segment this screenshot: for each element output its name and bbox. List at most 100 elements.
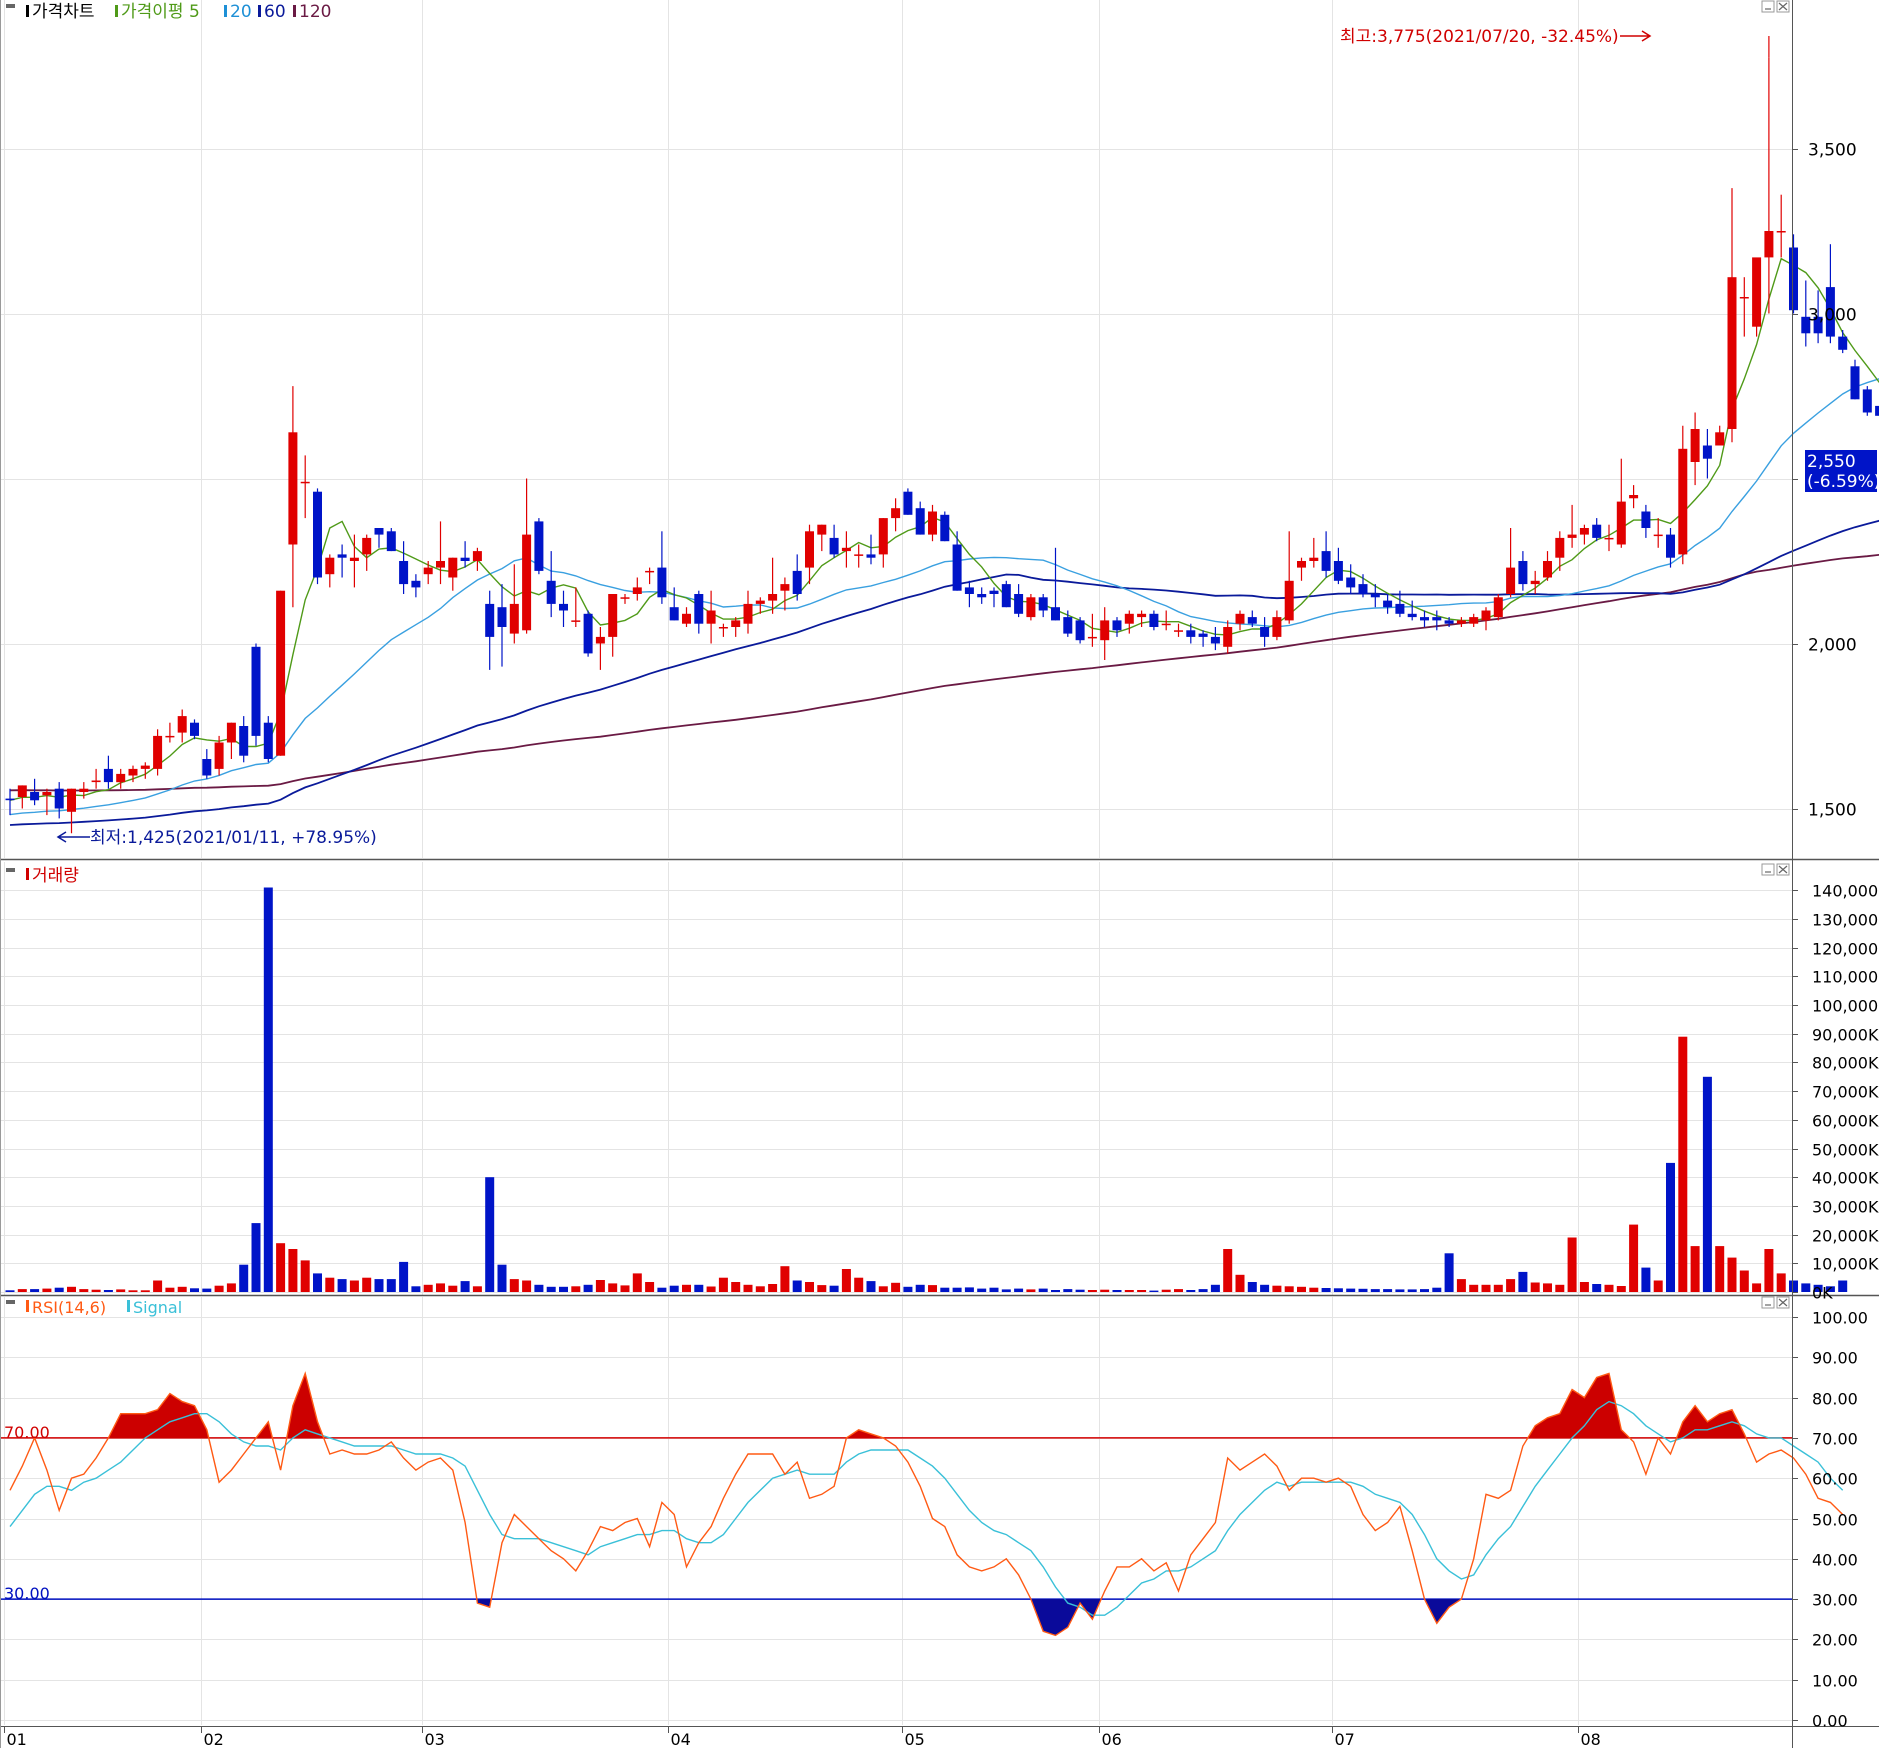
candle-body <box>989 590 999 594</box>
candle-body <box>1284 580 1294 621</box>
volume-bar <box>1702 1076 1712 1292</box>
panel-handle-icon[interactable] <box>6 868 15 872</box>
volume-tick-label: 0K <box>1812 1284 1833 1303</box>
candle-body <box>1850 366 1860 400</box>
volume-bar <box>399 1261 409 1292</box>
candle-body <box>42 792 52 796</box>
candle-body <box>1739 297 1749 299</box>
candle-body <box>866 554 876 558</box>
x-tick-label: 04 <box>671 1730 691 1748</box>
volume-bar <box>337 1279 347 1292</box>
minimize-icon[interactable] <box>1761 1296 1775 1309</box>
volume-bar <box>1432 1287 1442 1292</box>
volume-bar <box>349 1280 359 1292</box>
candle-body <box>755 600 765 604</box>
volume-bar <box>620 1285 630 1292</box>
candle-body <box>1493 597 1503 618</box>
volume-bar <box>891 1282 901 1292</box>
candle-body <box>1137 613 1147 618</box>
volume-bar <box>1333 1288 1343 1292</box>
volume-bar <box>1469 1284 1479 1292</box>
volume-tick-label: 130,000K <box>1812 911 1879 930</box>
candle-body <box>423 567 433 575</box>
volume-bar <box>731 1282 741 1292</box>
minimize-icon[interactable] <box>1761 0 1775 13</box>
candle-body <box>1592 524 1602 538</box>
candle-body <box>460 557 470 561</box>
stock-chart: 01020304050607081,5002,0002,5003,0003,50… <box>0 0 1879 1748</box>
volume-bar <box>91 1289 101 1292</box>
volume-bar <box>1739 1270 1749 1292</box>
candle-body <box>226 722 236 743</box>
candle-body <box>595 636 605 644</box>
volume-bar <box>1579 1282 1589 1292</box>
candle-body <box>731 620 741 627</box>
volume-bar <box>1272 1285 1282 1292</box>
rsi-tick-label: 50.00 <box>1812 1511 1858 1530</box>
candle-body <box>1358 584 1368 594</box>
volume-bar <box>300 1260 310 1292</box>
candle-body <box>682 613 691 624</box>
volume-bar <box>79 1289 89 1292</box>
candle-body <box>1112 620 1122 631</box>
volume-bar <box>878 1286 888 1292</box>
candle-body <box>1247 617 1257 624</box>
candle-body <box>817 524 827 535</box>
candle-body <box>632 587 642 594</box>
candle-body <box>1604 537 1614 540</box>
volume-bar <box>522 1280 532 1292</box>
candle-body <box>1149 613 1159 627</box>
candle-body <box>67 788 76 812</box>
volume-bar <box>1395 1289 1405 1292</box>
volume-bar <box>1506 1279 1516 1292</box>
candle-body <box>805 531 814 568</box>
rsi-tick-label: 20.00 <box>1812 1631 1858 1650</box>
candle-body <box>854 554 864 556</box>
candle-body <box>1272 617 1282 637</box>
volume-bar <box>989 1287 999 1292</box>
panel-handle-icon[interactable] <box>6 4 15 8</box>
candle-body <box>743 603 753 624</box>
volume-bar <box>1801 1283 1811 1292</box>
candle-body <box>829 537 839 555</box>
candle-body <box>964 587 974 594</box>
volume-bar <box>423 1284 433 1292</box>
volume-bar <box>694 1284 704 1292</box>
minimize-icon[interactable] <box>1761 863 1775 876</box>
volume-bar <box>1051 1290 1060 1292</box>
candle-body <box>952 544 962 591</box>
volume-bar <box>964 1287 974 1292</box>
volume-bar <box>1198 1289 1208 1292</box>
candle-body <box>1789 247 1798 311</box>
volume-bar <box>1186 1290 1196 1292</box>
volume-bar <box>841 1269 851 1292</box>
candle-body <box>1469 617 1479 624</box>
candle-body <box>399 561 409 585</box>
legend-volume: 거래량 <box>32 866 79 886</box>
candle-body <box>1063 617 1073 634</box>
volume-bar <box>1653 1280 1663 1292</box>
high-annotation: 최고:3,775(2021/07/20, -32.45%) <box>1340 27 1619 47</box>
volume-tick-label: 100,000K <box>1812 997 1879 1016</box>
candle-body <box>1186 630 1196 637</box>
candle-body <box>792 570 802 594</box>
candle-body <box>1764 231 1774 258</box>
volume-bar <box>559 1286 568 1292</box>
candle-body <box>1481 610 1491 621</box>
volume-bar <box>1075 1289 1085 1292</box>
volume-tick-label: 120,000K <box>1812 940 1879 959</box>
candle-body <box>1653 534 1663 537</box>
volume-bar <box>325 1277 335 1292</box>
candle-body <box>485 603 495 637</box>
candle-body <box>1518 561 1528 585</box>
candle-body <box>657 567 667 598</box>
rsi-lower-label: 30.00 <box>4 1584 50 1603</box>
candle-body <box>153 735 163 769</box>
volume-bar <box>1100 1289 1110 1292</box>
volume-bar <box>509 1279 519 1292</box>
panel-handle-icon[interactable] <box>6 1300 15 1304</box>
candle-body <box>497 607 507 627</box>
x-tick-label: 03 <box>425 1730 445 1748</box>
candle-body <box>1395 603 1405 614</box>
volume-tick-label: 70,000K <box>1812 1083 1879 1102</box>
